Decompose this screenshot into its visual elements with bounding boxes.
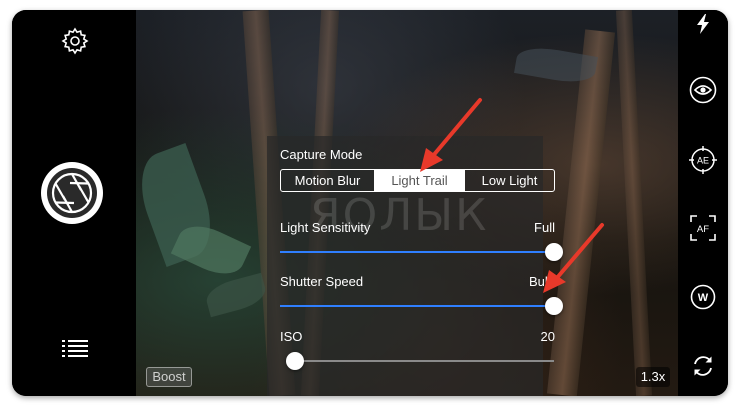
capture-mode-option-motion-blur[interactable]: Motion Blur [281, 170, 374, 191]
shutter-speed-slider-thumb[interactable] [545, 297, 563, 315]
zoom-level-badge[interactable]: 1.3x [636, 367, 670, 387]
ae-icon[interactable]: AE [689, 146, 717, 174]
shutter-speed-slider[interactable] [280, 297, 563, 315]
tree-trunk [546, 29, 616, 396]
capture-mode-label: Capture Mode [280, 147, 363, 162]
capture-mode-selector: Motion Blur Light Trail Low Light [280, 169, 555, 192]
iso-label: ISO [280, 329, 303, 344]
viewfinder[interactable]: Boost 1.3x Capture Mode Motion Blur Ligh… [136, 10, 678, 396]
wb-label: W [698, 292, 709, 304]
shutter-button[interactable] [39, 160, 105, 226]
gear-icon[interactable] [60, 26, 90, 56]
shutter-speed-label: Shutter Speed [280, 274, 364, 289]
capture-mode-option-light-trail[interactable]: Light Trail [374, 170, 464, 191]
watermark: ЯОЛЫК [310, 190, 489, 241]
capture-settings-panel: Capture Mode Motion Blur Light Trail Low… [267, 136, 563, 396]
shutter-speed-value: Bulb [528, 274, 555, 289]
af-label: AF [697, 224, 709, 235]
light-sensitivity-slider-thumb[interactable] [545, 243, 563, 261]
light-sensitivity-slider[interactable] [280, 243, 563, 261]
shutter-speed-slider-fill [280, 305, 554, 307]
flash-icon[interactable] [691, 12, 715, 36]
aperture-icon [41, 162, 103, 224]
iso-slider-thumb[interactable] [286, 352, 304, 370]
boost-button[interactable]: Boost [146, 367, 192, 387]
af-icon[interactable]: AF [690, 215, 716, 241]
list-icon[interactable] [61, 337, 89, 359]
tree-trunk [615, 10, 653, 396]
flip-camera-icon[interactable] [690, 353, 716, 379]
leaf [203, 272, 269, 318]
camera-app-window: Boost 1.3x Capture Mode Motion Blur Ligh… [12, 10, 728, 396]
right-control-bar: AE AF W [678, 10, 728, 396]
light-sensitivity-value: Full [534, 220, 555, 235]
eye-icon[interactable] [689, 76, 717, 104]
ae-label: AE [697, 156, 709, 166]
light-sensitivity-slider-fill [280, 251, 554, 253]
left-control-bar [12, 10, 136, 396]
iso-value: 20 [540, 329, 555, 344]
white-balance-icon[interactable]: W [690, 284, 716, 310]
capture-mode-option-low-light[interactable]: Low Light [464, 170, 554, 191]
iso-slider[interactable] [286, 352, 554, 370]
